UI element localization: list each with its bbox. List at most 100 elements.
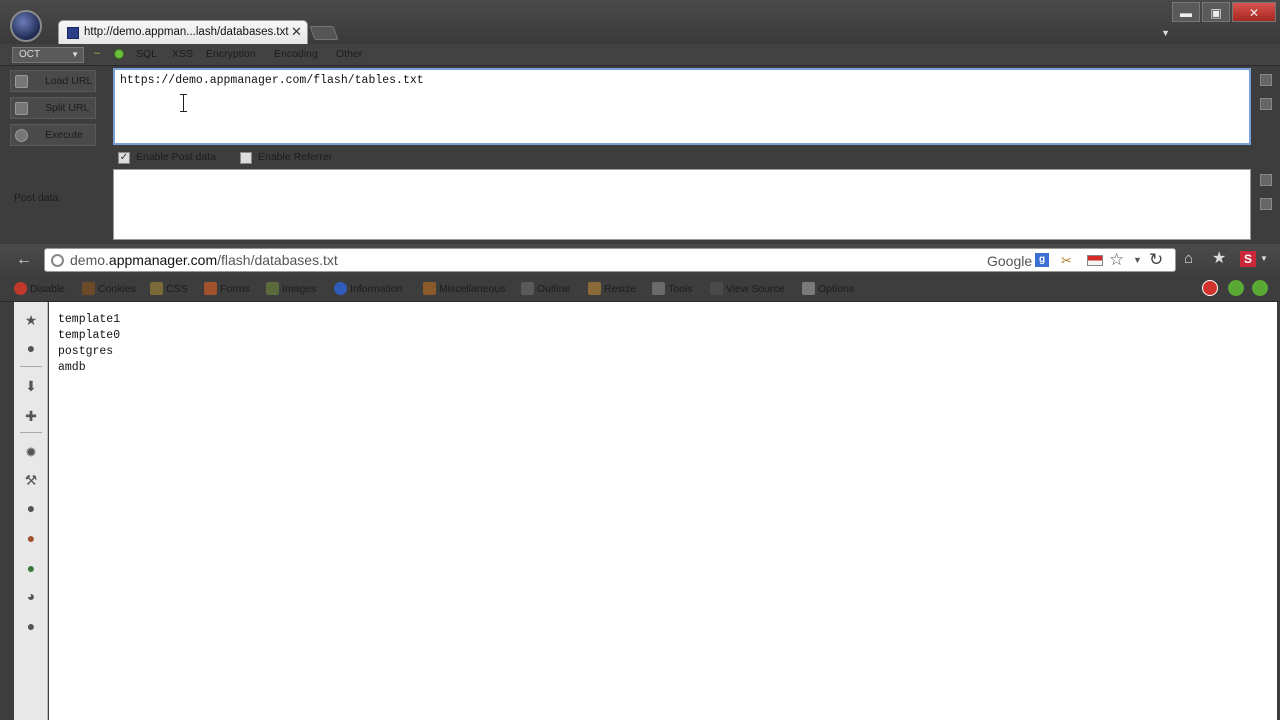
reload-icon[interactable]: ↻ xyxy=(1149,250,1163,270)
scroll-up-icon[interactable] xyxy=(1260,74,1272,86)
css-valid-check-icon[interactable] xyxy=(1228,280,1244,296)
execute-icon xyxy=(15,129,28,142)
load-url-icon xyxy=(15,75,28,88)
miscellaneous-icon xyxy=(423,282,436,295)
tools-icon[interactable]: ✂ xyxy=(1061,253,1077,269)
cookies-icon xyxy=(82,282,95,295)
flag-icon[interactable] xyxy=(1087,255,1103,266)
encoding-select-value: OCT xyxy=(19,49,41,60)
browser-logo-icon[interactable] xyxy=(10,10,42,42)
wd-resize-label: Resize xyxy=(604,283,637,295)
tools-icon xyxy=(652,282,665,295)
split-url-button[interactable]: Split URL xyxy=(10,97,96,119)
list-item: postgres xyxy=(58,345,114,358)
wd-options-label: Options xyxy=(818,283,855,295)
wd-images-label: Images xyxy=(282,283,317,295)
search-engine-label[interactable]: Google xyxy=(987,253,1032,269)
menu-other[interactable]: Other xyxy=(336,48,362,60)
address-bar[interactable]: demo.appmanager.com/flash/databases.txt … xyxy=(44,248,1176,272)
enable-post-data-label: Enable Post data xyxy=(136,151,216,163)
close-window-button[interactable]: ✕ xyxy=(1232,2,1276,22)
tab-title: http://demo.appman...lash/databases.txt xyxy=(84,26,289,38)
execute-button[interactable]: Execute xyxy=(10,124,96,146)
url-prefix: demo. xyxy=(70,252,109,268)
enable-referrer-box xyxy=(240,152,252,164)
html-valid-check-icon[interactable] xyxy=(1252,280,1268,296)
new-tab-button[interactable] xyxy=(309,26,339,40)
maximize-button[interactable]: ▣ xyxy=(1202,2,1230,22)
list-item: template1 xyxy=(58,313,121,326)
ruler-icon[interactable]: ● xyxy=(23,530,39,546)
wd-miscellaneous-label: Miscellaneous xyxy=(439,283,506,295)
lightbulb-icon[interactable]: ● xyxy=(23,500,39,516)
chevron-down-icon: ▼ xyxy=(71,50,79,59)
enable-post-data-check-icon: ✓ xyxy=(118,152,130,164)
url-path: /flash/databases.txt xyxy=(217,252,338,268)
load-url-button[interactable]: Load URL xyxy=(10,70,96,92)
scroll-up-icon[interactable] xyxy=(1260,174,1272,186)
sidebar-toolbar: ★ ● ⬇ ✚ ✹ ⚒ ● ● ● ◕ ● xyxy=(14,302,48,720)
url-input[interactable] xyxy=(113,68,1251,145)
chevron-down-icon[interactable]: ▼ xyxy=(1133,255,1142,265)
download-icon[interactable]: ⬇ xyxy=(23,378,39,394)
scroll-down-icon[interactable] xyxy=(1260,98,1272,110)
disable-icon xyxy=(14,282,27,295)
split-url-label: Split URL xyxy=(45,102,90,114)
s-addon-icon[interactable]: S xyxy=(1240,251,1256,267)
green-circle-icon[interactable]: ● xyxy=(23,560,39,576)
window-edge xyxy=(0,302,14,720)
execute-label: Execute xyxy=(45,129,83,141)
menu-encoding[interactable]: Encoding xyxy=(274,48,318,60)
load-url-label: Load URL xyxy=(45,75,93,87)
database-list: template1 template0 postgres amdb xyxy=(58,312,120,376)
globe-icon[interactable]: ● xyxy=(23,618,39,634)
address-bar-url[interactable]: demo.appmanager.com/flash/databases.txt xyxy=(70,252,338,268)
error-icon[interactable] xyxy=(1202,280,1218,296)
wd-css-label: CSS xyxy=(166,283,188,295)
palette-icon[interactable]: ◕ xyxy=(23,588,39,604)
web-developer-toolbar: Disable Cookies CSS Forms Images Informa… xyxy=(0,276,1280,302)
scroll-down-icon[interactable] xyxy=(1260,198,1272,210)
bookmark-star-icon[interactable]: ★ xyxy=(1212,248,1226,268)
back-arrow-icon[interactable]: ← xyxy=(14,250,34,270)
wd-tools-label: Tools xyxy=(668,283,693,295)
list-item: amdb xyxy=(58,361,86,374)
images-icon xyxy=(266,282,279,295)
split-url-icon xyxy=(15,102,28,115)
url-domain: appmanager.com xyxy=(108,252,218,268)
circle-icon[interactable]: ● xyxy=(23,340,39,356)
menu-xss[interactable]: XSS xyxy=(172,48,193,60)
sidebar-divider xyxy=(20,366,42,367)
post-data-label: Post data xyxy=(14,192,59,204)
minimize-button[interactable]: ▬ xyxy=(1172,2,1200,22)
sidebar-divider xyxy=(20,432,42,433)
chevron-down-icon[interactable]: ▼ xyxy=(1260,254,1268,263)
home-icon[interactable]: ⌂ xyxy=(1184,250,1193,267)
gear-icon[interactable]: ✹ xyxy=(23,444,39,460)
enable-referrer-label: Enable Referrer xyxy=(258,151,333,163)
forms-icon xyxy=(204,282,217,295)
wrench-icon[interactable]: ⚒ xyxy=(23,472,39,488)
encoding-select[interactable]: OCT ▼ xyxy=(12,47,84,63)
information-icon xyxy=(334,282,347,295)
status-dot-icon xyxy=(114,49,124,59)
menu-sql[interactable]: SQL xyxy=(136,48,157,60)
menu-encryption[interactable]: Encryption xyxy=(206,48,256,60)
hackbar-menu-bar: OCT ▼ – SQL XSS Encryption Encoding Othe… xyxy=(0,44,1280,66)
tab-list-chevron-down-icon[interactable]: ▼ xyxy=(1161,28,1170,38)
globe-icon xyxy=(51,254,64,267)
tab-active[interactable]: http://demo.appman...lash/databases.txt … xyxy=(58,20,308,44)
page-favicon-icon xyxy=(67,27,79,39)
hackbar-panel: OCT ▼ – SQL XSS Encryption Encoding Othe… xyxy=(0,44,1280,244)
star-icon[interactable]: ★ xyxy=(23,312,39,328)
star-icon[interactable]: ☆ xyxy=(1109,250,1124,270)
wd-disable-label: Disable xyxy=(30,283,66,295)
puzzle-icon[interactable]: ✚ xyxy=(23,408,39,424)
window-controls: ▬ ▣ ✕ xyxy=(1170,2,1276,22)
tab-close-icon[interactable]: ✕ xyxy=(291,24,302,40)
wd-forms-label: Forms xyxy=(220,283,250,295)
post-data-input[interactable] xyxy=(113,169,1251,240)
separator-icon: – xyxy=(94,47,101,59)
wd-view-source-label: View Source xyxy=(726,283,785,295)
google-plus-icon[interactable]: g xyxy=(1035,253,1049,267)
